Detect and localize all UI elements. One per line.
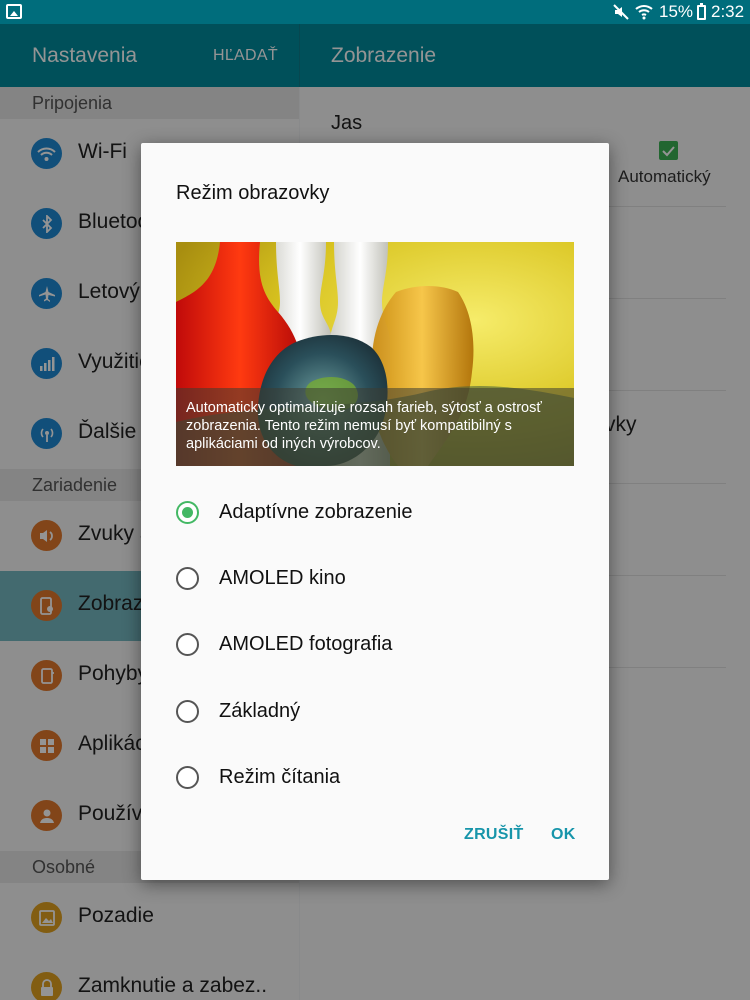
radio-button[interactable]: [176, 700, 199, 723]
radio-button-selected[interactable]: [176, 501, 199, 524]
dialog-title: Režim obrazovky: [176, 182, 330, 204]
option-label: Adaptívne zobrazenie: [219, 501, 413, 523]
clock: 2:32: [711, 2, 745, 21]
status-bar: 15% 2:32: [0, 0, 750, 24]
battery-percent: 15%: [659, 2, 694, 21]
option-label: AMOLED fotografia: [219, 633, 393, 655]
ok-button[interactable]: OK: [551, 826, 576, 844]
option-basic[interactable]: Základný: [176, 687, 574, 737]
wifi-status-icon: [635, 5, 653, 20]
option-label: Základný: [219, 700, 301, 722]
battery-icon: [697, 3, 706, 20]
option-label: AMOLED kino: [219, 567, 346, 589]
option-label: Režim čítania: [219, 766, 341, 788]
cancel-button[interactable]: ZRUŠIŤ: [464, 826, 524, 844]
option-reading-mode[interactable]: Režim čítania: [176, 753, 574, 803]
option-amoled-cinema[interactable]: AMOLED kino: [176, 554, 574, 604]
radio-button[interactable]: [176, 567, 199, 590]
preview-caption: Automaticky optimalizuje rozsah farieb, …: [176, 388, 574, 466]
gallery-notification-icon: [6, 4, 22, 19]
mute-icon: [613, 4, 629, 20]
radio-button[interactable]: [176, 633, 199, 656]
screen-mode-dialog: Režim obrazovky Automaticky optimalizuje…: [141, 143, 609, 880]
screen-mode-preview-image: Automaticky optimalizuje rozsah farieb, …: [176, 242, 574, 466]
radio-button[interactable]: [176, 766, 199, 789]
option-adaptive-display[interactable]: Adaptívne zobrazenie: [176, 488, 574, 538]
option-amoled-photo[interactable]: AMOLED fotografia: [176, 620, 574, 670]
